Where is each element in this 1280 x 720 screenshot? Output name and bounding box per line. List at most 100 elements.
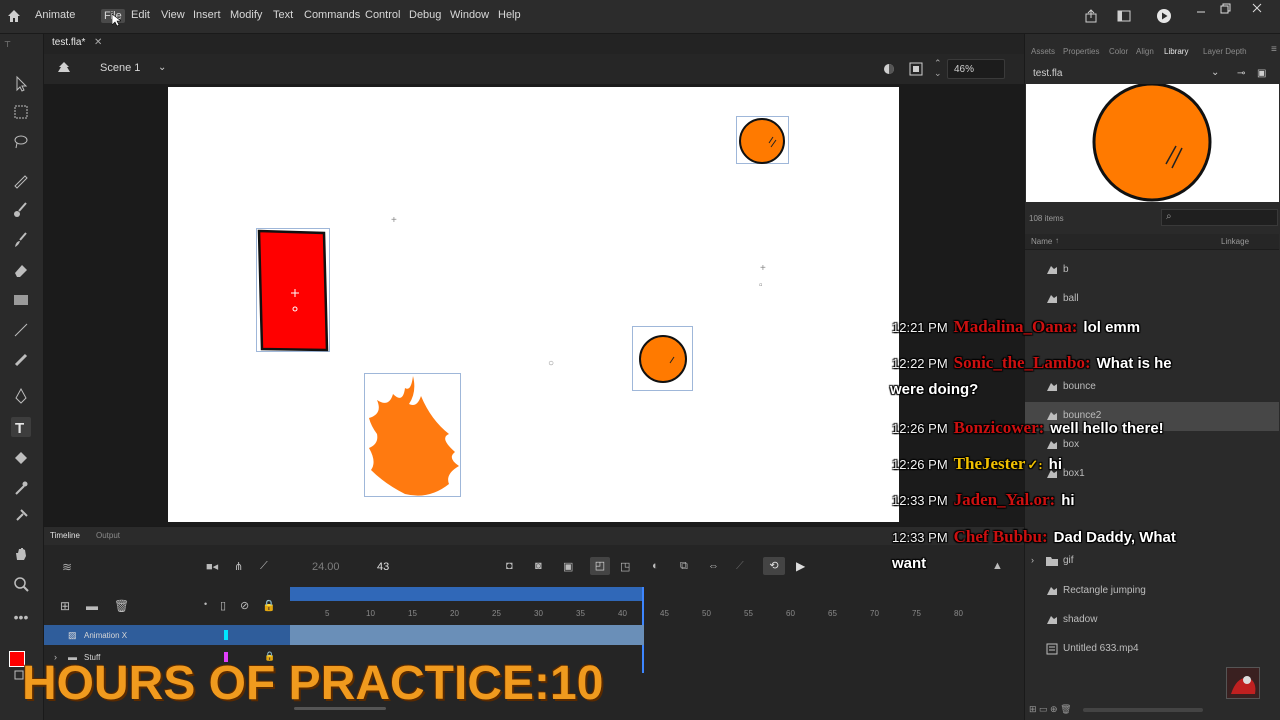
bone-tool-icon[interactable] bbox=[11, 350, 31, 370]
lock-icon[interactable]: 🔒 bbox=[262, 599, 276, 612]
menu-help[interactable]: Help bbox=[498, 9, 521, 21]
scene-chevron-down-icon[interactable]: ⌄ bbox=[158, 62, 166, 73]
library-item[interactable]: ball bbox=[1025, 285, 1279, 314]
layer-row-selected[interactable]: ▨ Animation X bbox=[44, 625, 290, 645]
close-icon[interactable] bbox=[1252, 3, 1262, 13]
scene-name[interactable]: Scene 1 bbox=[100, 62, 140, 74]
menu-control[interactable]: Control bbox=[365, 9, 400, 21]
new-symbol-icon[interactable]: ⊞ ▭ ⊕ 🗑 bbox=[1029, 704, 1072, 715]
tab-output[interactable]: Output bbox=[96, 531, 120, 540]
new-folder-icon[interactable]: ▬ bbox=[86, 599, 98, 613]
edit-multiple-frames-icon[interactable]: ⧉ bbox=[680, 560, 688, 573]
stage-canvas[interactable]: + + ▫ ○ bbox=[168, 87, 899, 522]
share-icon[interactable] bbox=[1084, 9, 1098, 23]
library-chevron-down-icon[interactable]: ⌄ bbox=[1211, 67, 1219, 78]
insert-frame-icon[interactable]: ▣ bbox=[563, 560, 573, 573]
test-movie-icon[interactable] bbox=[1156, 8, 1172, 24]
menu-edit[interactable]: Edit bbox=[131, 9, 150, 21]
pen-tool-icon[interactable] bbox=[11, 386, 31, 406]
library-item[interactable]: bounce bbox=[1025, 373, 1279, 402]
center-stage-icon[interactable] bbox=[909, 62, 923, 76]
brush-tool-icon[interactable] bbox=[11, 200, 31, 220]
scene-icon[interactable] bbox=[56, 60, 72, 76]
toolbar-collapse-icon[interactable]: ⊤ bbox=[4, 40, 11, 49]
pin-tool-icon[interactable] bbox=[11, 506, 31, 526]
tab-library[interactable]: Library bbox=[1164, 47, 1188, 56]
library-item[interactable]: Rectangle jumping bbox=[1025, 577, 1279, 606]
minimize-icon[interactable] bbox=[1196, 4, 1206, 14]
menu-text[interactable]: Text bbox=[273, 9, 293, 21]
library-document-select[interactable]: test.fla bbox=[1033, 68, 1233, 84]
pencil-tool-icon[interactable] bbox=[11, 170, 31, 190]
home-icon[interactable] bbox=[7, 9, 21, 23]
clip-content-icon[interactable] bbox=[882, 62, 896, 76]
zoom-field[interactable]: 46% bbox=[947, 59, 1005, 79]
eraser-tool-icon[interactable] bbox=[11, 260, 31, 280]
workspace-icon[interactable] bbox=[1117, 10, 1131, 22]
tween-icon[interactable]: ◰ bbox=[590, 557, 610, 575]
menu-insert[interactable]: Insert bbox=[193, 9, 221, 21]
play-icon[interactable]: ▶ bbox=[796, 559, 805, 573]
pin-library-icon[interactable]: ⊸ bbox=[1237, 68, 1245, 79]
more-tools-icon[interactable]: ••• bbox=[11, 609, 31, 629]
fps-value[interactable]: 24.00 bbox=[312, 561, 340, 573]
stop-icon[interactable]: ⟋ bbox=[736, 560, 744, 573]
new-layer-icon[interactable]: ⊞ bbox=[60, 599, 70, 613]
rotate-stepper-icon[interactable]: ⌃ ⌄ bbox=[934, 58, 942, 78]
document-tab[interactable]: test.fla* bbox=[52, 37, 85, 48]
menu-debug[interactable]: Debug bbox=[409, 9, 441, 21]
text-tool-icon[interactable]: T bbox=[11, 417, 31, 437]
onion-skin-icon[interactable]: ◐ bbox=[652, 560, 659, 572]
insert-blank-keyframe-icon[interactable]: ◙ bbox=[535, 560, 542, 572]
free-transform-tool-icon[interactable] bbox=[11, 102, 31, 122]
tab-timeline[interactable]: Timeline bbox=[50, 531, 80, 540]
motion-tween-icon[interactable]: ◳ bbox=[620, 560, 630, 573]
playhead-range[interactable] bbox=[290, 587, 644, 601]
new-library-panel-icon[interactable]: ▣ bbox=[1257, 68, 1266, 79]
frame-ruler[interactable]: 5 10 15 20 25 30 35 40 45 50 55 60 65 70… bbox=[290, 587, 1024, 673]
expand-chevron-icon[interactable]: › bbox=[1031, 555, 1034, 565]
highlight-icon[interactable]: • bbox=[204, 599, 207, 609]
insert-keyframe-icon[interactable]: ◘ bbox=[506, 560, 513, 572]
menu-commands[interactable]: Commands bbox=[304, 9, 360, 21]
layer-parenting-icon[interactable]: ⋔ bbox=[234, 560, 243, 573]
menu-window[interactable]: Window bbox=[450, 9, 489, 21]
layers-stack-icon[interactable]: ≋ bbox=[62, 560, 72, 574]
delete-layer-icon[interactable]: 🗑 bbox=[114, 599, 129, 613]
lasso-tool-icon[interactable] bbox=[11, 132, 31, 152]
library-item[interactable]: shadow bbox=[1025, 606, 1279, 635]
graph-icon[interactable]: ⟋ bbox=[260, 560, 268, 573]
eyedropper-tool-icon[interactable] bbox=[11, 478, 31, 498]
menu-view[interactable]: View bbox=[161, 9, 185, 21]
ball-selection-box-middle[interactable] bbox=[632, 326, 693, 391]
layer-name[interactable]: Animation X bbox=[84, 631, 127, 640]
ball-selection-box-top[interactable] bbox=[736, 116, 789, 164]
flame-selection-box[interactable] bbox=[364, 373, 461, 497]
library-item[interactable]: Untitled 633.mp4 bbox=[1025, 635, 1279, 664]
selection-tool-icon[interactable] bbox=[11, 74, 31, 94]
column-name[interactable]: Name bbox=[1031, 237, 1052, 246]
menu-modify[interactable]: Modify bbox=[230, 9, 262, 21]
tab-align[interactable]: Align bbox=[1136, 47, 1154, 56]
paint-bucket-tool-icon[interactable] bbox=[11, 448, 31, 468]
line-tool-icon[interactable] bbox=[11, 320, 31, 340]
loop-icon[interactable]: ⟲ bbox=[763, 557, 785, 575]
paint-brush-tool-icon[interactable] bbox=[11, 230, 31, 250]
hand-tool-icon[interactable] bbox=[11, 544, 31, 564]
library-item[interactable]: box1 bbox=[1025, 460, 1279, 489]
layer-color-swatch[interactable] bbox=[224, 630, 228, 640]
library-item[interactable]: b bbox=[1025, 256, 1279, 285]
column-linkage[interactable]: Linkage bbox=[1221, 237, 1249, 246]
library-folder[interactable]: › gif bbox=[1025, 547, 1279, 576]
library-search-input[interactable]: ⌕ bbox=[1161, 209, 1278, 226]
visibility-icon[interactable]: ⊘ bbox=[240, 599, 249, 612]
tab-layer-depth[interactable]: Layer Depth bbox=[1203, 47, 1247, 56]
zoom-timeline-icon[interactable]: ▲ bbox=[992, 560, 1003, 572]
restore-icon[interactable] bbox=[1220, 3, 1231, 14]
camera-icon[interactable]: ■◂ bbox=[206, 560, 218, 573]
tab-properties[interactable]: Properties bbox=[1063, 47, 1099, 56]
library-scrollbar[interactable] bbox=[1083, 708, 1203, 712]
outline-icon[interactable]: ▯ bbox=[220, 599, 226, 612]
layer-frames-span[interactable] bbox=[290, 625, 644, 645]
rectangle-tool-icon[interactable] bbox=[11, 290, 31, 310]
